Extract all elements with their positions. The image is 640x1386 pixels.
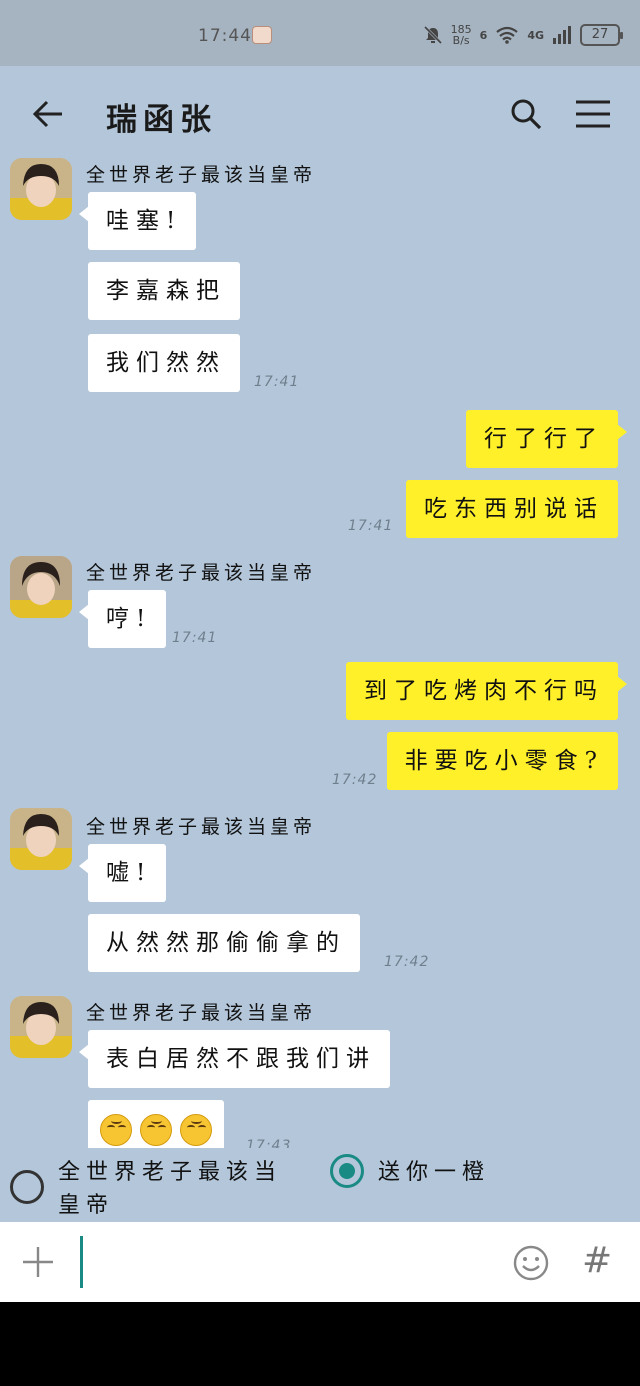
upside-down-face-icon <box>100 1114 132 1146</box>
sender-name: 全世界老子最该当皇帝 <box>86 816 317 838</box>
status-bar: 17:44 185 B/s 6 4G 27 <box>0 0 640 66</box>
reply-choices: 全世界老子最该当 皇帝 送你一橙 <box>0 1148 640 1222</box>
emoji-message-bubble[interactable] <box>88 1100 224 1148</box>
incoming-message-bubble[interactable]: 从然然那偷偷拿的 <box>88 914 360 972</box>
avatar-photo <box>10 158 72 220</box>
incoming-message-bubble[interactable]: 表白居然不跟我们讲 <box>79 1030 390 1088</box>
plus-icon[interactable] <box>20 1244 56 1280</box>
text-input-caret[interactable] <box>80 1236 83 1288</box>
chat-screen: 17:44 185 B/s 6 4G 27 瑞函张 全世界老子最该当皇帝 哇塞!… <box>0 0 640 1302</box>
incoming-message-bubble[interactable]: 哇塞! <box>78 192 197 250</box>
signal-count: 6 <box>479 28 488 42</box>
hamburger-menu-icon[interactable] <box>574 96 612 132</box>
message-input-bar: # <box>0 1222 640 1302</box>
sender-name: 全世界老子最该当皇帝 <box>86 1002 317 1024</box>
hash-icon[interactable]: # <box>582 1240 612 1281</box>
incoming-message-bubble[interactable]: 嘘! <box>78 844 167 902</box>
outgoing-message-bubble[interactable]: 吃东西别说话 <box>406 480 618 538</box>
message-timestamp: 17:42 <box>384 954 430 970</box>
message-timestamp: 17:42 <box>332 772 378 788</box>
message-timestamp: 17:43 <box>246 1138 292 1148</box>
battery-indicator: 27 <box>580 24 623 46</box>
status-time: 17:44 <box>198 26 252 46</box>
choice-label: 送你一橙 <box>378 1160 491 1185</box>
upside-down-face-icon <box>140 1114 172 1146</box>
arrow-left-icon[interactable] <box>28 94 68 134</box>
network-speed: 185 B/s <box>451 24 472 46</box>
message-list: 全世界老子最该当皇帝 哇塞! 李嘉森把 我们然然 17:41 行了行了 吃东西别… <box>0 150 640 1148</box>
smiley-icon[interactable] <box>512 1244 550 1282</box>
outgoing-message-bubble[interactable]: 非要吃小零食? <box>386 732 618 790</box>
upside-down-face-icon <box>180 1114 212 1146</box>
page-title: 瑞函张 <box>106 102 217 138</box>
mute-bell-icon <box>423 25 442 45</box>
sender-name: 全世界老子最该当皇帝 <box>86 562 317 584</box>
outgoing-message-bubble[interactable]: 到了吃烤肉不行吗 <box>346 662 627 720</box>
incoming-message-bubble[interactable]: 我们然然 <box>88 334 240 392</box>
avatar-photo <box>10 556 72 618</box>
network-speed-unit: B/s <box>452 34 470 47</box>
message-timestamp: 17:41 <box>172 630 218 646</box>
outgoing-message-bubble[interactable]: 行了行了 <box>466 410 627 468</box>
wifi-icon <box>496 26 518 44</box>
status-icons: 185 B/s 6 4G 27 <box>423 22 623 48</box>
message-timestamp: 17:41 <box>348 518 394 534</box>
radio-unselected-icon[interactable] <box>10 1170 44 1204</box>
chat-header: 瑞函张 <box>0 66 640 160</box>
search-icon[interactable] <box>508 96 544 132</box>
cell-signal-icon <box>553 26 571 44</box>
avatar[interactable] <box>10 158 72 220</box>
choice-label-line2: 皇帝 <box>58 1193 115 1218</box>
avatar[interactable] <box>10 996 72 1058</box>
choice-label-line1: 全世界老子最该当 <box>58 1160 283 1185</box>
incoming-message-bubble[interactable]: 哼! <box>78 590 167 648</box>
radio-selected-icon[interactable] <box>330 1154 364 1188</box>
avatar[interactable] <box>10 808 72 870</box>
avatar-photo <box>10 996 72 1058</box>
network-type: 4G <box>527 28 544 42</box>
incoming-message-bubble[interactable]: 李嘉森把 <box>88 262 240 320</box>
message-timestamp: 17:41 <box>254 374 300 390</box>
avatar-photo <box>10 808 72 870</box>
avatar[interactable] <box>10 556 72 618</box>
sender-name: 全世界老子最该当皇帝 <box>86 164 317 186</box>
app-notification-icon <box>252 26 272 44</box>
